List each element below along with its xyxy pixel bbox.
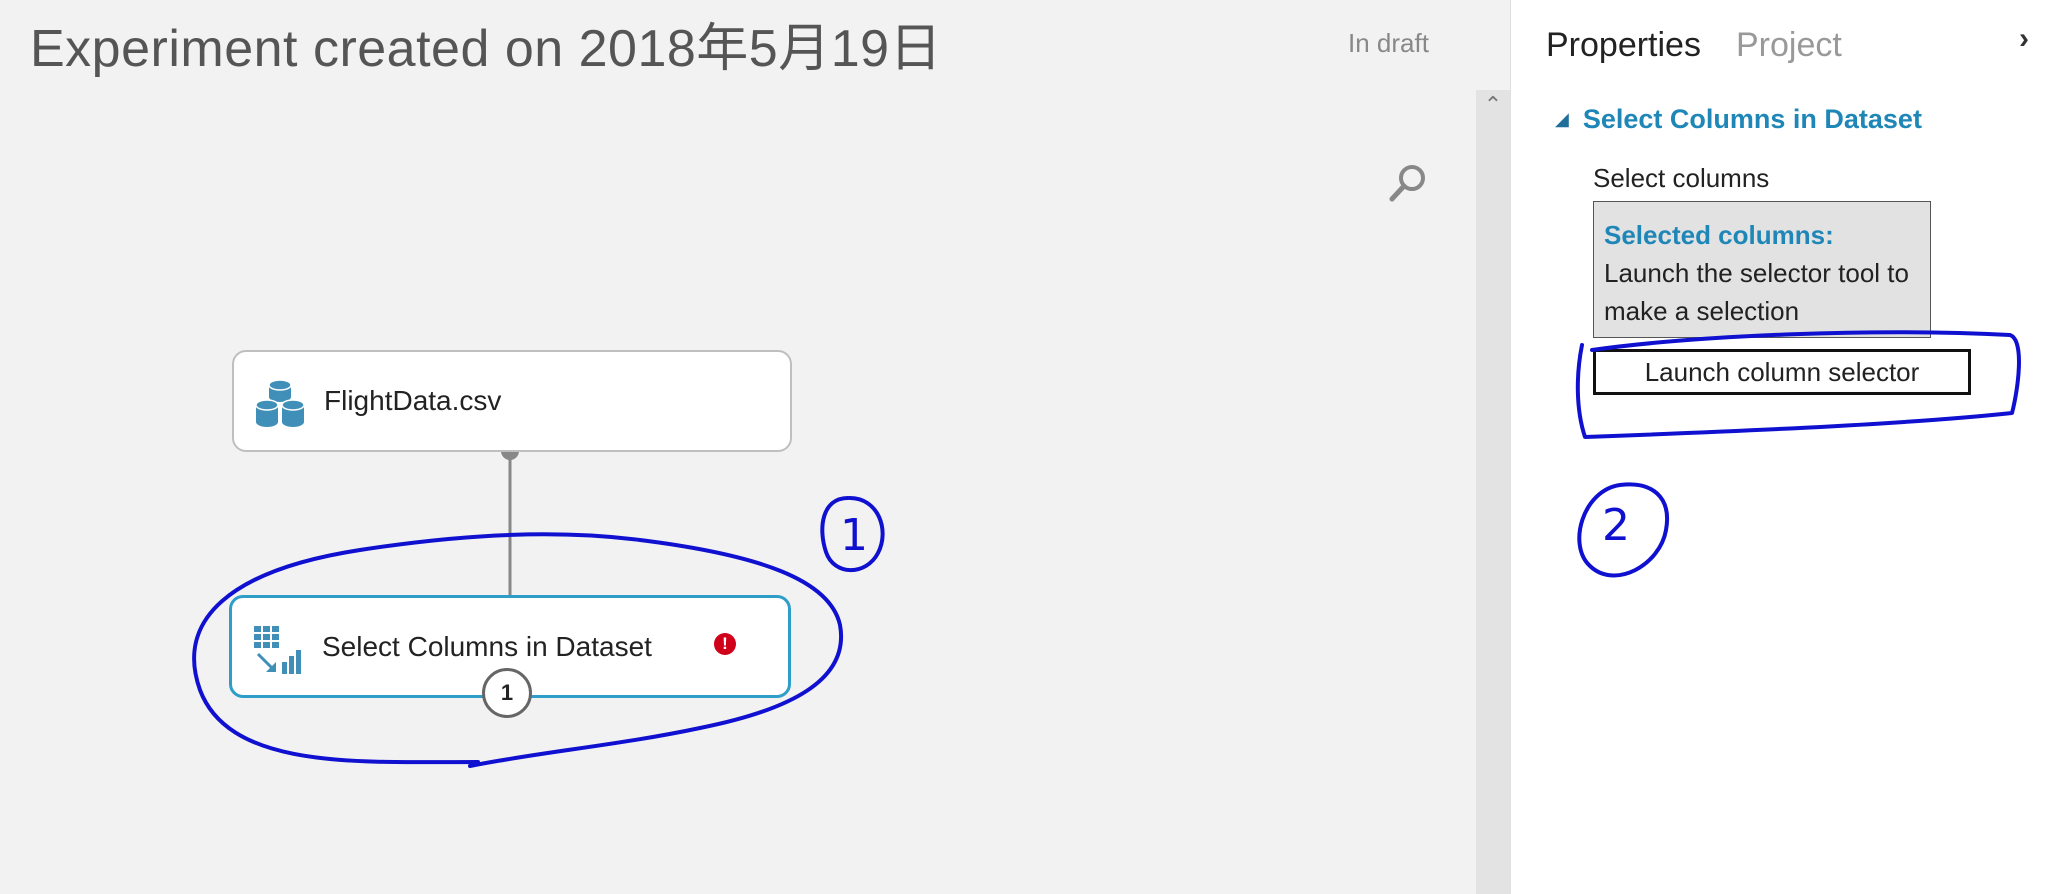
dataset-module-label: FlightData.csv: [324, 385, 502, 416]
error-alert-icon[interactable]: !: [714, 633, 736, 655]
dataset-module[interactable]: FlightData.csv: [232, 350, 792, 452]
output-port-badge[interactable]: 1: [482, 668, 532, 718]
zoom-search-icon[interactable]: [1385, 160, 1431, 206]
collapse-triangle-icon[interactable]: ◢: [1555, 109, 1569, 130]
selected-columns-heading: Selected columns:: [1604, 220, 1834, 250]
selected-columns-text: Launch the selector tool to make a selec…: [1604, 258, 1909, 326]
draft-status: In draft: [1348, 28, 1429, 58]
properties-panel: Properties Project › ◢ Select Columns in …: [1510, 0, 2063, 894]
scroll-up-icon[interactable]: ⌃: [1476, 90, 1510, 120]
launch-column-selector-button[interactable]: Launch column selector: [1593, 349, 1971, 395]
section-header[interactable]: ◢ Select Columns in Dataset: [1555, 104, 1922, 135]
tab-properties[interactable]: Properties: [1546, 26, 1701, 65]
tab-project[interactable]: Project: [1736, 26, 1842, 65]
section-title-label: Select Columns in Dataset: [1582, 104, 1922, 134]
select-columns-label: Select columns: [1593, 163, 1770, 193]
experiment-canvas[interactable]: Experiment created on 2018年5月19日 In draf…: [0, 0, 1510, 894]
dataset-cylinders-icon: [255, 379, 305, 427]
canvas-scrollbar[interactable]: ⌃: [1476, 90, 1510, 894]
chevron-right-icon[interactable]: ›: [2019, 22, 2029, 56]
select-columns-module-label: Select Columns in Dataset: [322, 630, 652, 662]
selected-columns-box: Selected columns: Launch the selector to…: [1593, 201, 1931, 338]
experiment-title[interactable]: Experiment created on 2018年5月19日: [30, 6, 942, 81]
select-columns-icon: [254, 626, 301, 674]
